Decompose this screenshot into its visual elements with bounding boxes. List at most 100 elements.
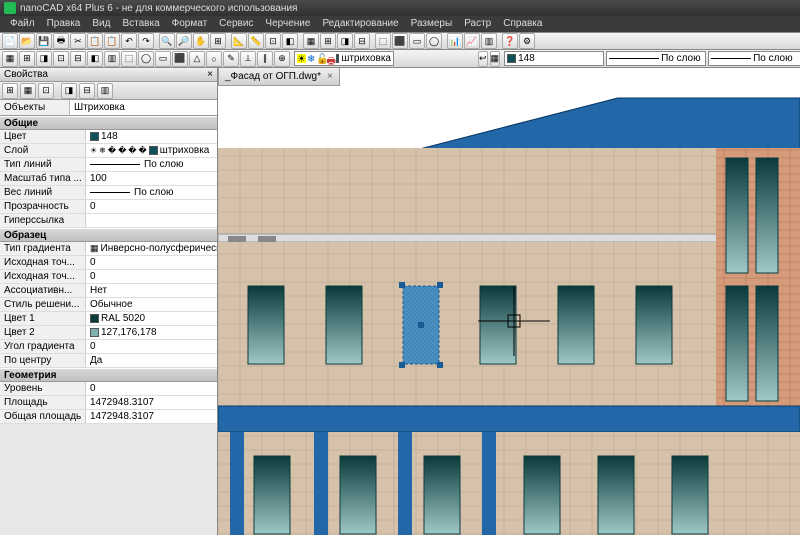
props-toolbar-button[interactable]: ◨ [61,83,77,99]
toolbar-button[interactable]: ✂ [70,33,86,49]
toolbar-button[interactable]: ❓ [502,33,518,49]
property-row[interactable]: Общая площадь1472948.3107 [0,410,217,424]
toolbar-button[interactable]: 📋 [87,33,103,49]
toolbar-button[interactable]: ⟂ [240,51,256,67]
props-toolbar-button[interactable]: ⊟ [79,83,95,99]
property-row[interactable]: Стиль решени...Обычное [0,298,217,312]
menu-item[interactable]: Сервис [213,16,259,32]
layer-prev-icon[interactable]: ↩ [478,51,488,67]
object-type-dropdown[interactable]: Штриховка [70,100,217,115]
property-row[interactable]: Цвет 1RAL 5020 [0,312,217,326]
section-general[interactable]: Общие [0,116,217,130]
property-row[interactable]: Исходная точ...0 [0,256,217,270]
toolbar-button[interactable]: ◨ [337,33,353,49]
toolbar-button[interactable]: 📋 [104,33,120,49]
property-row[interactable]: Уровень0 [0,382,217,396]
property-row[interactable]: Ассоциативн...Нет [0,284,217,298]
property-row[interactable]: Угол градиента0 [0,340,217,354]
toolbar-button[interactable]: ∥ [257,51,273,67]
layer-selector[interactable]: ☀❄🔓🖶 штриховка [294,51,394,66]
layer-name: штриховка [341,53,391,64]
toolbar-button[interactable]: ◧ [282,33,298,49]
property-row[interactable]: Масштаб типа ...100 [0,172,217,186]
menu-item[interactable]: Вид [86,16,116,32]
toolbar-button[interactable]: 📄 [2,33,18,49]
property-row[interactable]: Тип градиента▦Инверсно-полусферический [0,242,217,256]
toolbar-button[interactable]: ▭ [409,33,425,49]
toolbar-button[interactable]: 💾 [36,33,52,49]
toolbar-button[interactable]: ⬛ [392,33,408,49]
toolbar-button[interactable]: ◯ [138,51,154,67]
property-row[interactable]: Слой☀❄🔓🖶штриховка [0,144,217,158]
layer-state-icon[interactable]: ▦ [490,51,501,67]
close-icon[interactable]: × [207,69,213,80]
menu-item[interactable]: Растр [458,16,497,32]
props-toolbar-button[interactable]: ⊡ [38,83,54,99]
property-row[interactable]: Гиперссылка [0,214,217,228]
lineweight-selector[interactable]: По слою [708,51,800,66]
toolbar-button[interactable]: 📐 [231,33,247,49]
toolbar-button[interactable]: ▦ [2,51,18,67]
menu-item[interactable]: Правка [41,16,87,32]
linetype-selector[interactable]: По слою [606,51,706,66]
menu-item[interactable]: Размеры [405,16,459,32]
toolbar-button[interactable]: ◯ [426,33,442,49]
drawing-viewport[interactable] [218,86,800,535]
props-toolbar-button[interactable]: ⊞ [2,83,18,99]
toolbar-button[interactable]: ◧ [87,51,103,67]
menu-item[interactable]: Вставка [116,16,165,32]
menu-item[interactable]: Формат [166,16,214,32]
toolbar-button[interactable]: △ [189,51,205,67]
property-row[interactable]: Площадь1472948.3107 [0,396,217,410]
property-row[interactable]: Вес линийПо слою [0,186,217,200]
menu-item[interactable]: Черчение [259,16,316,32]
property-row[interactable]: Цвет 2127,176,178 [0,326,217,340]
toolbar-button[interactable]: ◨ [36,51,52,67]
toolbar-button[interactable]: 📊 [447,33,463,49]
toolbar-button[interactable]: 🔎 [176,33,192,49]
property-row[interactable]: Цвет148 [0,130,217,144]
property-row[interactable]: Исходная точ...0 [0,270,217,284]
menu-item[interactable]: Файл [4,16,41,32]
toolbar-button[interactable]: ✋ [193,33,209,49]
toolbar-button[interactable]: ▭ [155,51,171,67]
menu-item[interactable]: Редактирование [316,16,404,32]
toolbar-button[interactable]: ⚙ [519,33,535,49]
property-row[interactable]: Тип линийПо слою [0,158,217,172]
toolbar-button[interactable]: 🖶 [53,33,69,49]
section-geometry[interactable]: Геометрия [0,368,217,382]
toolbar-button[interactable]: 📂 [19,33,35,49]
props-toolbar-button[interactable]: ▥ [97,83,113,99]
toolbar-button[interactable]: ▥ [481,33,497,49]
toolbar-button[interactable]: ⬚ [375,33,391,49]
toolbar-button[interactable]: ⊡ [53,51,69,67]
close-tab-icon[interactable]: × [327,71,333,82]
toolbar-button[interactable]: ⬚ [121,51,137,67]
property-row[interactable]: По центруДа [0,354,217,368]
document-tab[interactable]: _Фасад от ОГП.dwg* × [218,68,340,86]
toolbar-button[interactable]: ⊕ [274,51,290,67]
props-toolbar-button[interactable]: ▦ [20,83,36,99]
toolbar-button[interactable]: ⬛ [172,51,188,67]
drawing-canvas[interactable]: _Фасад от ОГП.dwg* × [218,68,800,535]
menu-item[interactable]: Справка [497,16,548,32]
property-row[interactable]: Прозрачность0 [0,200,217,214]
toolbar-button[interactable]: ○ [206,51,222,67]
toolbar-button[interactable]: ↷ [138,33,154,49]
toolbar-button[interactable]: ↶ [121,33,137,49]
toolbar-button[interactable]: ⊞ [19,51,35,67]
section-pattern[interactable]: Образец [0,228,217,242]
toolbar-button[interactable]: ⊡ [265,33,281,49]
toolbar-button[interactable]: ✎ [223,51,239,67]
toolbar-button[interactable]: ▦ [303,33,319,49]
toolbar-button[interactable]: 🔍 [159,33,175,49]
toolbar-button[interactable]: 📏 [248,33,264,49]
toolbar-button[interactable]: ⊟ [354,33,370,49]
toolbar-button[interactable]: ▥ [104,51,120,67]
properties-panel: Свойства × ⊞▦⊡◨⊟▥ Объекты Штриховка Общи… [0,68,218,535]
color-selector[interactable]: 148 [504,51,604,66]
toolbar-button[interactable]: ⊟ [70,51,86,67]
toolbar-button[interactable]: 📈 [464,33,480,49]
toolbar-button[interactable]: ⊞ [320,33,336,49]
toolbar-button[interactable]: ⊞ [210,33,226,49]
